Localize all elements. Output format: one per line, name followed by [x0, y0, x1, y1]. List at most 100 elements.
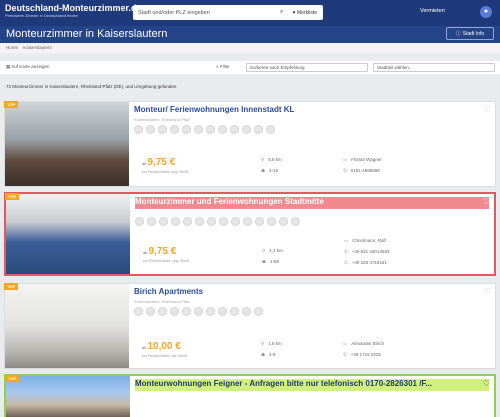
map-icon: ▦ — [6, 64, 11, 69]
listing-card[interactable]: TOP Monteurzimmer und Ferienwohnungen St… — [4, 192, 496, 276]
amenity-icons — [134, 125, 275, 134]
top-badge: TOP — [5, 193, 20, 200]
listing-photo[interactable] — [6, 376, 130, 417]
distance: ⚲ 1,3 km — [262, 248, 283, 253]
amenity-icon — [146, 307, 155, 316]
contact-name: ▭ Christmann, Ralf — [344, 238, 386, 243]
price-note: pro Person/Nacht, zzgl. MwSt — [143, 259, 190, 263]
amenity-icon — [207, 217, 216, 226]
listing-card[interactable]: TOP Monteur/ Ferienwohnungen Innenstadt … — [4, 101, 496, 187]
listing-photo[interactable] — [6, 194, 130, 274]
phone-icon: ✆ — [344, 260, 348, 265]
amenity-icon — [231, 217, 240, 226]
persons-icon: ☗ — [262, 259, 267, 264]
listing-title[interactable]: Monteurzimmer und Ferienwohnungen Stadtm… — [135, 197, 489, 209]
info-icon: ⓘ — [455, 31, 461, 37]
listing-price: ab10,00 € — [142, 341, 181, 352]
amenity-icon — [195, 217, 204, 226]
distance: ⚲ 1,6 km — [261, 341, 282, 346]
amenity-icon — [183, 217, 192, 226]
amenity-icon — [158, 125, 167, 134]
person-count: ☗ 1-8 — [261, 352, 276, 357]
location-pin-icon: ⚲ — [261, 157, 265, 162]
search-input[interactable]: Stadt und/oder PLZ eingeben — [138, 10, 277, 16]
top-badge: TOP — [4, 283, 19, 290]
amenity-icon — [230, 125, 239, 134]
page-title: Monteurzimmer in Kaiserslautern — [6, 28, 168, 40]
contact-phone[interactable]: ✆ 0151-4898888 — [343, 168, 380, 174]
district-select[interactable]: Stadtteil wählen... — [373, 63, 495, 72]
amenity-icon — [146, 125, 155, 134]
amenity-icon — [170, 125, 179, 134]
amenity-icon — [254, 307, 263, 316]
contact-name: ▭ Alexander Birich — [343, 341, 385, 346]
favorite-heart-icon[interactable]: ♡ — [484, 287, 491, 296]
amenity-icon — [194, 125, 203, 134]
amenity-icon — [291, 217, 300, 226]
persons-icon: ☗ — [261, 168, 266, 173]
amenity-icons — [134, 307, 263, 316]
filter-icon: ≡ — [216, 64, 219, 69]
amenity-icon — [182, 307, 191, 316]
listing-location: Kaiserslautern, Rheinland-Pfalz — [134, 117, 191, 122]
amenity-icon — [170, 307, 179, 316]
amenity-icon — [218, 307, 227, 316]
listing-title[interactable]: Birich Apartments — [134, 287, 490, 299]
breadcrumb: Home Kaiserslautern — [0, 43, 500, 53]
breadcrumb-home[interactable]: Home — [6, 45, 18, 50]
listing-card[interactable]: TOP Monteurwohnungen Feigner - Anfragen … — [4, 374, 496, 417]
distance: ⚲ 5,6 km — [261, 157, 282, 162]
show-on-map-link[interactable]: ▦ Auf Karte anzeigen — [6, 64, 50, 70]
search-icon[interactable]: ⌕ — [277, 9, 287, 16]
contact-phone[interactable]: ✆ +49 631 43014583 — [344, 249, 389, 255]
amenity-icon — [279, 217, 288, 226]
location-pin-icon: ⚲ — [262, 248, 266, 253]
listing-title[interactable]: Monteurwohnungen Feigner - Anfragen bitt… — [135, 379, 489, 391]
amenity-icons — [135, 217, 300, 226]
listing-location: Kaiserslautern, Rheinland-Pfalz — [134, 299, 191, 304]
person-count: ☗ 1-15 — [261, 168, 279, 173]
listing-photo[interactable] — [5, 284, 129, 368]
listing-title[interactable]: Monteur/ Ferienwohnungen Innenstadt KL — [134, 105, 490, 117]
favorites-link[interactable]: ♥ Merkliste — [287, 10, 323, 16]
listing-price: ab9,75 € — [142, 157, 176, 168]
amenity-icon — [242, 125, 251, 134]
listing-photo[interactable] — [5, 102, 129, 186]
amenity-icon — [171, 217, 180, 226]
phone-icon: ✆ — [343, 168, 347, 173]
amenity-icon — [134, 307, 143, 316]
amenity-icon — [230, 307, 239, 316]
person-count: ☗ 1-56 — [262, 259, 280, 264]
amenity-icon — [134, 125, 143, 134]
site-logo[interactable]: Deutschland-Monteurzimmer.de Preiswerte Z… — [5, 3, 142, 18]
contact-phone[interactable]: ✆ +49 1715 2225 — [343, 352, 381, 358]
amenity-icon — [219, 217, 228, 226]
amenity-icon — [206, 125, 215, 134]
contact-card-icon: ▭ — [343, 341, 348, 346]
phone-icon: ✆ — [343, 352, 347, 357]
city-info-button[interactable]: ⓘ Stadt Info — [446, 27, 494, 40]
favorite-heart-icon[interactable]: ♡ — [483, 197, 490, 206]
amenity-icon — [266, 125, 275, 134]
top-badge: TOP — [4, 101, 19, 108]
favorite-heart-icon[interactable]: ♡ — [483, 379, 490, 388]
price-note: pro Person/Nacht, inkl. MwSt — [142, 354, 188, 358]
result-summary: 72 Monteurzimmer in Kaiserslautern, Rhei… — [6, 84, 177, 89]
phone-icon: ✆ — [344, 249, 348, 254]
breadcrumb-city[interactable]: Kaiserslautern — [23, 45, 52, 50]
vermieten-link[interactable]: Vermieten — [420, 8, 445, 14]
amenity-icon — [182, 125, 191, 134]
user-icon[interactable]: ● — [480, 6, 492, 18]
sort-select[interactable]: Sortieren nach Empfehlung — [246, 63, 368, 72]
amenity-icon — [147, 217, 156, 226]
location-search[interactable]: Stadt und/oder PLZ eingeben ⌕ ♥ Merklist… — [133, 5, 323, 20]
listing-card[interactable]: TOP Birich Apartments Kaiserslautern, Rh… — [4, 283, 496, 369]
contact-name: ▭ Florian Wagner — [343, 157, 382, 162]
contact-phone-2[interactable]: ✆ +49 163 4716161 — [344, 260, 387, 266]
amenity-icon — [254, 125, 263, 134]
filter-button[interactable]: ≡ Filter — [216, 64, 230, 69]
favorite-heart-icon[interactable]: ♡ — [484, 105, 491, 114]
top-badge: TOP — [5, 375, 20, 382]
contact-card-icon: ▭ — [344, 238, 349, 243]
location-pin-icon: ⚲ — [261, 341, 265, 346]
